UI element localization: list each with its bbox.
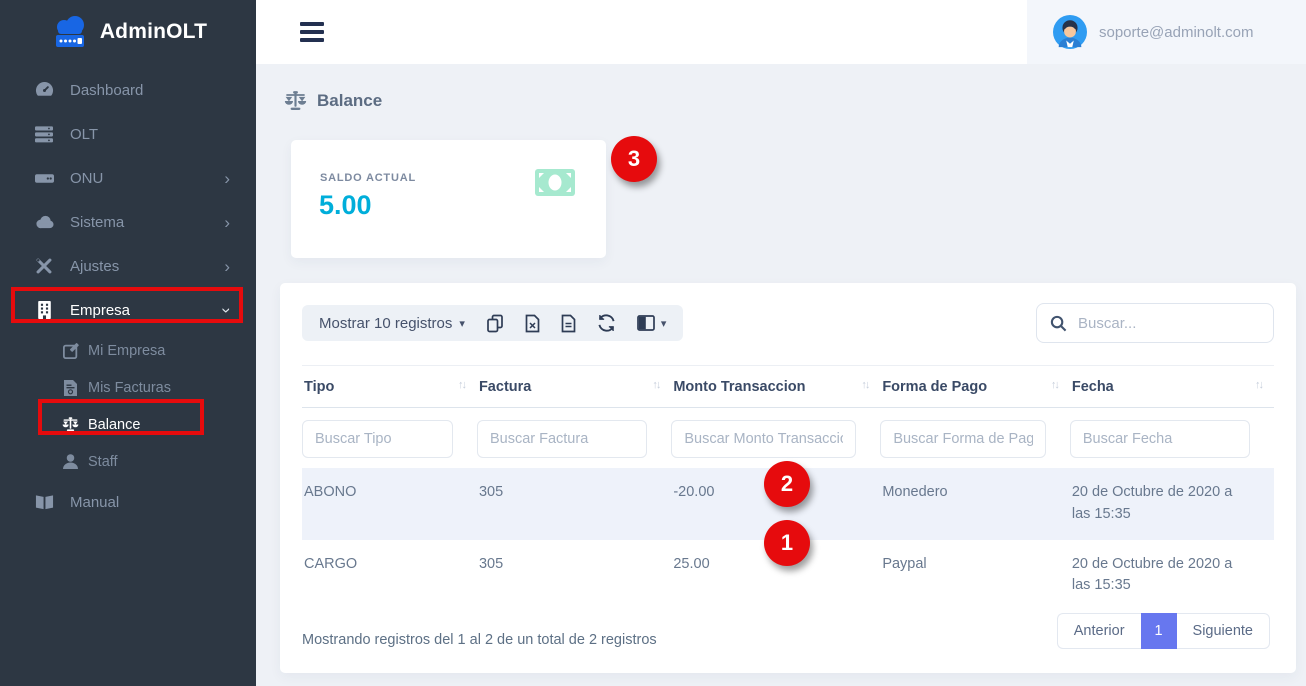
sidebar-subitem-label: Mi Empresa bbox=[88, 343, 165, 359]
cell-tipo: ABONO bbox=[302, 468, 477, 540]
money-bill-icon bbox=[535, 169, 575, 196]
saldo-label: SALDO ACTUAL bbox=[320, 172, 416, 184]
cell-fecha: 20 de Octubre de 2020 a las 15:35 bbox=[1070, 540, 1274, 612]
edit-icon bbox=[62, 343, 79, 359]
user-email: soporte@adminolt.com bbox=[1099, 24, 1253, 41]
copy-button[interactable] bbox=[486, 314, 504, 333]
sidebar-subitem-mi-empresa[interactable]: Mi Empresa bbox=[0, 332, 256, 369]
device-icon bbox=[34, 170, 54, 186]
sidebar-item-label: Manual bbox=[70, 494, 119, 511]
refresh-button[interactable] bbox=[597, 314, 616, 332]
sidebar: AdminOLT Dashboard bbox=[0, 0, 256, 686]
annotation-badge-1: 1 bbox=[764, 520, 810, 566]
filter-forma-pago-input[interactable] bbox=[880, 420, 1046, 458]
main-content: Balance SALDO ACTUAL 5.00 bbox=[256, 64, 1306, 686]
column-visibility-button[interactable]: ▾ bbox=[637, 315, 667, 331]
annotation-box-empresa bbox=[11, 287, 243, 323]
page-title: Balance bbox=[284, 91, 382, 111]
sidebar-item-olt[interactable]: OLT bbox=[0, 112, 256, 156]
cell-forma: Paypal bbox=[880, 540, 1070, 612]
chevron-right-icon: › bbox=[224, 258, 230, 275]
filter-fecha-input[interactable] bbox=[1070, 420, 1250, 458]
app-window: AdminOLT Dashboard bbox=[0, 0, 1306, 686]
pdf-export-button[interactable] bbox=[561, 314, 576, 333]
column-header-forma-pago[interactable]: ↑↓Forma de Pago bbox=[880, 366, 1070, 408]
caret-down-icon: ▾ bbox=[661, 317, 667, 330]
cell-factura: 305 bbox=[477, 540, 671, 612]
sidebar-subitem-label: Mis Facturas bbox=[88, 380, 171, 396]
sidebar-item-label: OLT bbox=[70, 126, 98, 143]
caret-down-icon: ▾ bbox=[459, 317, 465, 330]
table-toolbar: Mostrar 10 registros ▾ bbox=[302, 305, 1274, 343]
gauge-icon bbox=[34, 81, 54, 100]
cell-forma: Monedero bbox=[880, 468, 1070, 540]
column-header-factura[interactable]: ↑↓Factura bbox=[477, 366, 671, 408]
pagination-next-button[interactable]: Siguiente bbox=[1177, 613, 1270, 649]
column-header-monto[interactable]: ↑↓Monto Transaccion bbox=[671, 366, 880, 408]
hamburger-menu-icon[interactable] bbox=[300, 22, 324, 46]
table-filter-row bbox=[302, 408, 1274, 469]
search-icon bbox=[1050, 315, 1067, 332]
column-header-fecha[interactable]: ↑↓Fecha bbox=[1070, 366, 1274, 408]
user-icon bbox=[62, 454, 79, 469]
annotation-badge-3: 3 bbox=[611, 136, 657, 182]
column-header-tipo[interactable]: ↑↓Tipo bbox=[302, 366, 477, 408]
table-toolbar-buttons: Mostrar 10 registros ▾ bbox=[302, 305, 683, 341]
server-icon bbox=[34, 126, 54, 143]
brand-name: AdminOLT bbox=[100, 20, 207, 44]
sidebar-item-label: Sistema bbox=[70, 214, 124, 231]
sidebar-item-manual[interactable]: Manual bbox=[0, 480, 256, 524]
filter-factura-input[interactable] bbox=[477, 420, 647, 458]
tools-icon bbox=[34, 257, 54, 275]
book-icon bbox=[34, 494, 54, 510]
avatar bbox=[1053, 15, 1087, 49]
page-length-label: Mostrar 10 registros bbox=[319, 315, 452, 332]
pagination-page-1[interactable]: 1 bbox=[1141, 613, 1177, 649]
topbar: soporte@adminolt.com bbox=[256, 0, 1306, 64]
page-length-dropdown[interactable]: Mostrar 10 registros ▾ bbox=[319, 315, 465, 332]
sort-icon: ↑↓ bbox=[458, 379, 473, 391]
sort-icon: ↑↓ bbox=[861, 379, 876, 391]
cell-factura: 305 bbox=[477, 468, 671, 540]
pagination-prev-button[interactable]: Anterior bbox=[1057, 613, 1141, 649]
sidebar-item-dashboard[interactable]: Dashboard bbox=[0, 68, 256, 112]
sort-icon: ↑↓ bbox=[1255, 379, 1270, 391]
table-search bbox=[1036, 303, 1274, 343]
scale-icon bbox=[284, 91, 307, 111]
sort-icon: ↑↓ bbox=[1051, 379, 1066, 391]
saldo-actual-card: SALDO ACTUAL 5.00 bbox=[291, 140, 606, 258]
sidebar-item-label: ONU bbox=[70, 170, 103, 187]
excel-export-button[interactable] bbox=[525, 314, 540, 333]
cell-tipo: CARGO bbox=[302, 540, 477, 612]
cloud-icon bbox=[34, 215, 54, 229]
chevron-right-icon: › bbox=[224, 170, 230, 187]
annotation-badge-2: 2 bbox=[764, 461, 810, 507]
search-input[interactable] bbox=[1078, 315, 1260, 332]
sidebar-subitem-label: Staff bbox=[88, 454, 118, 470]
page-title-text: Balance bbox=[317, 91, 382, 111]
sidebar-item-onu[interactable]: ONU › bbox=[0, 156, 256, 200]
filter-tipo-input[interactable] bbox=[302, 420, 453, 458]
sidebar-item-label: Dashboard bbox=[70, 82, 143, 99]
sort-icon: ↑↓ bbox=[652, 379, 667, 391]
sidebar-item-sistema[interactable]: Sistema › bbox=[0, 200, 256, 244]
invoice-icon bbox=[62, 380, 79, 396]
pagination: Anterior 1 Siguiente bbox=[1057, 613, 1270, 649]
user-menu[interactable]: soporte@adminolt.com bbox=[1027, 0, 1306, 64]
sidebar-item-ajustes[interactable]: Ajustes › bbox=[0, 244, 256, 288]
saldo-value: 5.00 bbox=[319, 190, 372, 221]
sidebar-item-label: Ajustes bbox=[70, 258, 119, 275]
table-header-row: ↑↓Tipo ↑↓Factura ↑↓Monto Transaccion ↑↓F… bbox=[302, 366, 1274, 408]
filter-monto-input[interactable] bbox=[671, 420, 856, 458]
brand[interactable]: AdminOLT bbox=[0, 0, 256, 64]
chevron-right-icon: › bbox=[224, 214, 230, 231]
annotation-box-balance bbox=[38, 399, 204, 435]
cell-fecha: 20 de Octubre de 2020 a las 15:35 bbox=[1070, 468, 1274, 540]
sidebar-subitem-staff[interactable]: Staff bbox=[0, 443, 256, 480]
adminolt-logo-icon bbox=[49, 15, 91, 49]
